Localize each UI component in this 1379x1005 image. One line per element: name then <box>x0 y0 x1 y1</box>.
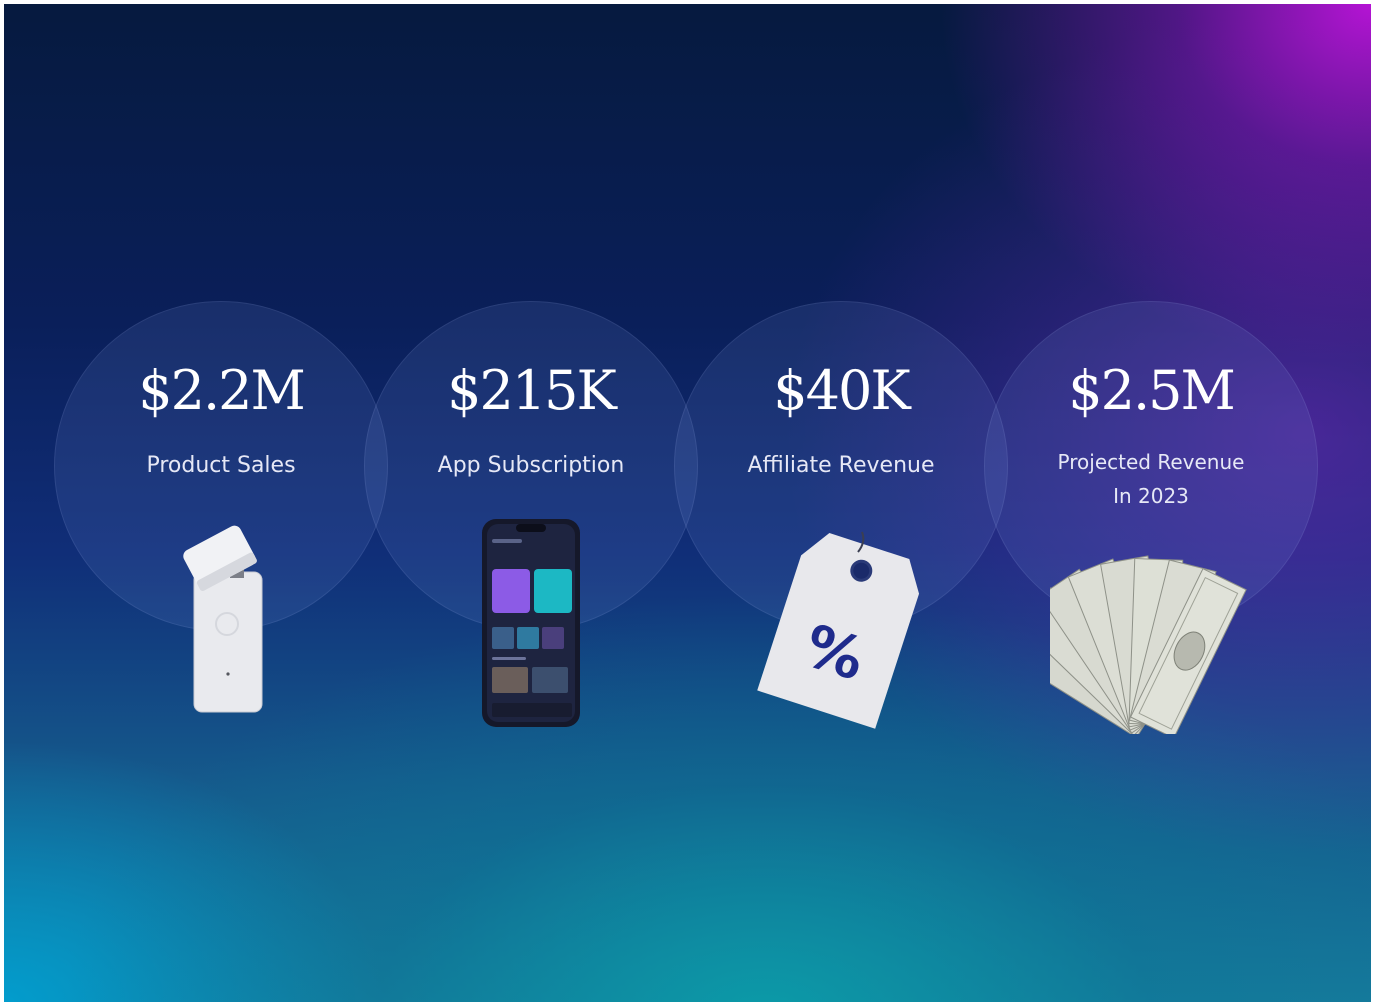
metric-label: Affiliate Revenue <box>747 453 935 478</box>
metric-amount: $2.5M <box>1068 359 1236 422</box>
metric-amount: $215K <box>447 359 617 422</box>
dollar-bills-icon <box>1050 555 1247 734</box>
price-tag-icon: % <box>757 531 920 729</box>
smartphone-icon <box>482 519 580 727</box>
metric-amount: $40K <box>773 359 910 422</box>
vaporizer-device-icon <box>183 525 263 713</box>
metric-label: App Subscription <box>437 453 625 478</box>
metric-label: Product Sales <box>146 453 296 478</box>
metric-amount: $2.2M <box>138 359 306 422</box>
metric-label: Projected Revenue In 2023 <box>1057 450 1245 508</box>
slide: $2.2M Product Sales $215K App Subscripti… <box>4 4 1371 1002</box>
